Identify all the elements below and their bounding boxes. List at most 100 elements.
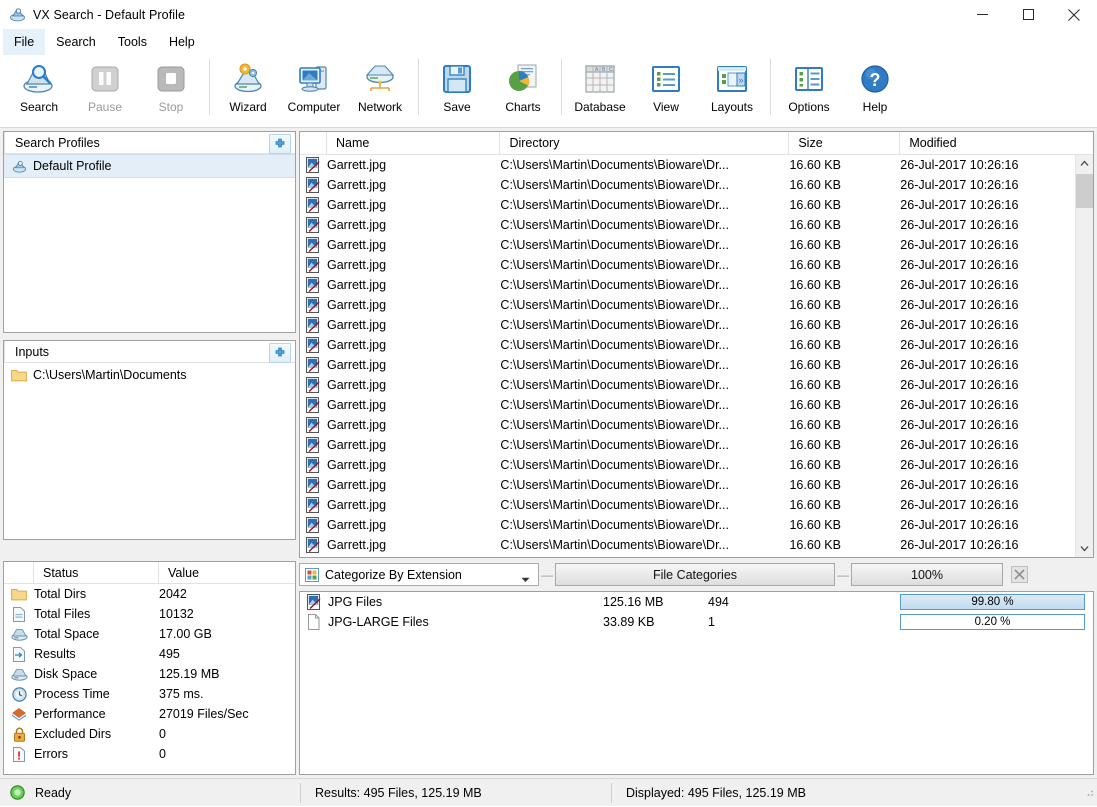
- table-row[interactable]: Garrett.jpgC:\Users\Martin\Documents\Bio…: [300, 175, 1093, 195]
- chevron-down-icon[interactable]: [521, 572, 530, 586]
- jpg-image-icon: [300, 594, 328, 610]
- file-directory: C:\Users\Martin\Documents\Bioware\Dr...: [500, 378, 729, 392]
- profile-icon: [9, 159, 29, 174]
- file-modified: 26-Jul-2017 10:26:16: [900, 438, 1019, 452]
- status-header-status[interactable]: Status: [34, 562, 159, 583]
- toolbar-options-button[interactable]: Options: [776, 55, 842, 123]
- status-bar-displayed: Displayed: 495 Files, 125.19 MB: [612, 779, 1076, 807]
- toolbar-help-button[interactable]: ? Help: [842, 55, 908, 123]
- status-row[interactable]: Results 495: [4, 644, 295, 664]
- status-row-label: Errors: [34, 747, 69, 761]
- table-row[interactable]: Garrett.jpgC:\Users\Martin\Documents\Bio…: [300, 195, 1093, 215]
- toolbar-pause-button[interactable]: Pause: [72, 55, 138, 123]
- maximize-button[interactable]: [1005, 0, 1051, 29]
- main-toolbar: Search Pause Stop Wizard Computer Networ…: [0, 55, 1097, 128]
- toolbar-wizard-button[interactable]: Wizard: [215, 55, 281, 123]
- column-header-modified[interactable]: Modified: [900, 132, 1093, 154]
- toolbar-view-button[interactable]: View: [633, 55, 699, 123]
- status-header-value[interactable]: Value: [159, 562, 295, 583]
- zoom-level-button[interactable]: 100%: [851, 563, 1003, 586]
- table-row[interactable]: Garrett.jpgC:\Users\Martin\Documents\Bio…: [300, 455, 1093, 475]
- close-categories-button[interactable]: [1009, 564, 1030, 585]
- status-row[interactable]: Process Time 375 ms.: [4, 684, 295, 704]
- menu-search-label: Search: [56, 35, 96, 49]
- table-row[interactable]: Garrett.jpgC:\Users\Martin\Documents\Bio…: [300, 355, 1093, 375]
- table-row[interactable]: Garrett.jpgC:\Users\Martin\Documents\Bio…: [300, 315, 1093, 335]
- jpg-image-icon: [300, 537, 327, 553]
- scrollbar-thumb[interactable]: [1076, 174, 1093, 208]
- zoom-level-label: 100%: [911, 567, 943, 582]
- minimize-button[interactable]: [959, 0, 1005, 29]
- file-modified: 26-Jul-2017 10:26:16: [900, 478, 1019, 492]
- table-row[interactable]: Garrett.jpgC:\Users\Martin\Documents\Bio…: [300, 415, 1093, 435]
- menu-help[interactable]: Help: [158, 29, 206, 55]
- status-row-value: 495: [159, 647, 180, 661]
- file-size: 16.60 KB: [789, 158, 841, 172]
- file-modified: 26-Jul-2017 10:26:16: [900, 458, 1019, 472]
- menu-search[interactable]: Search: [45, 29, 107, 55]
- floppy-save-icon: [439, 59, 475, 99]
- table-row[interactable]: Garrett.jpgC:\Users\Martin\Documents\Bio…: [300, 155, 1093, 175]
- toolbar-network-button[interactable]: Network: [347, 55, 413, 123]
- file-list-scrollbar[interactable]: [1075, 155, 1093, 557]
- status-panel-container: Status Value Total Dirs 2042 Total Files 10…: [0, 558, 296, 778]
- table-row[interactable]: Garrett.jpgC:\Users\Martin\Documents\Bio…: [300, 515, 1093, 535]
- table-row[interactable]: Garrett.jpgC:\Users\Martin\Documents\Bio…: [300, 555, 1093, 557]
- table-row[interactable]: Garrett.jpgC:\Users\Martin\Documents\Bio…: [300, 495, 1093, 515]
- table-row[interactable]: Garrett.jpgC:\Users\Martin\Documents\Bio…: [300, 375, 1093, 395]
- menu-tools[interactable]: Tools: [107, 29, 158, 55]
- column-header-size[interactable]: Size: [789, 132, 901, 154]
- table-row[interactable]: Garrett.jpgC:\Users\Martin\Documents\Bio…: [300, 395, 1093, 415]
- toolbar-database-button[interactable]: A B C Database: [567, 55, 633, 123]
- toolbar-save-button[interactable]: Save: [424, 55, 490, 123]
- toolbar-computer-button[interactable]: Computer: [281, 55, 347, 123]
- toolbar-search-button[interactable]: Search: [6, 55, 72, 123]
- input-item-documents[interactable]: C:\Users\Martin\Documents: [4, 363, 295, 387]
- resize-grip-icon[interactable]: [1076, 786, 1097, 800]
- column-header-name[interactable]: Name: [327, 132, 501, 154]
- close-button[interactable]: [1051, 0, 1097, 29]
- status-row[interactable]: Total Files 10132: [4, 604, 295, 624]
- table-row[interactable]: Garrett.jpgC:\Users\Martin\Documents\Bio…: [300, 215, 1093, 235]
- toolbar-save-label: Save: [443, 100, 471, 114]
- table-row[interactable]: Garrett.jpgC:\Users\Martin\Documents\Bio…: [300, 275, 1093, 295]
- status-row[interactable]: Total Dirs 2042: [4, 584, 295, 604]
- column-header-directory[interactable]: Directory: [500, 132, 790, 154]
- category-row[interactable]: JPG-LARGE Files 33.89 KB 1 0.20 %: [300, 612, 1093, 632]
- table-row[interactable]: Garrett.jpgC:\Users\Martin\Documents\Bio…: [300, 435, 1093, 455]
- file-size: 16.60 KB: [789, 198, 841, 212]
- menu-file[interactable]: File: [3, 29, 46, 55]
- jpg-image-icon: [300, 237, 327, 253]
- add-profile-button[interactable]: [269, 134, 291, 154]
- category-row[interactable]: JPG Files 125.16 MB 494 99.80 %: [300, 592, 1093, 612]
- toolbar-charts-button[interactable]: Charts: [490, 55, 556, 123]
- status-row[interactable]: Excluded Dirs 0: [4, 724, 295, 744]
- inputs-panel: Inputs C:\Users\Martin\Documents: [3, 340, 296, 540]
- status-row[interactable]: Errors 0: [4, 744, 295, 764]
- category-percent-bar: 99.80 %: [900, 594, 1085, 610]
- status-row[interactable]: Disk Space 125.19 MB: [4, 664, 295, 684]
- table-row[interactable]: Garrett.jpgC:\Users\Martin\Documents\Bio…: [300, 335, 1093, 355]
- profile-item-default[interactable]: Default Profile: [4, 154, 295, 178]
- table-row[interactable]: Garrett.jpgC:\Users\Martin\Documents\Bio…: [300, 475, 1093, 495]
- add-input-button[interactable]: [269, 343, 291, 363]
- folder-icon: [4, 587, 34, 601]
- scrollbar-track[interactable]: [1076, 172, 1093, 540]
- table-row[interactable]: Garrett.jpgC:\Users\Martin\Documents\Bio…: [300, 255, 1093, 275]
- file-categories-button[interactable]: File Categories: [555, 563, 835, 586]
- status-row[interactable]: Total Space 17.00 GB: [4, 624, 295, 644]
- toolbar-layouts-button[interactable]: » Layouts: [699, 55, 765, 123]
- categorize-by-combo[interactable]: Categorize By Extension: [299, 563, 539, 586]
- toolbar-stop-button[interactable]: Stop: [138, 55, 204, 123]
- category-size: 33.89 KB: [603, 615, 655, 629]
- table-row[interactable]: Garrett.jpgC:\Users\Martin\Documents\Bio…: [300, 535, 1093, 555]
- network-icon: [362, 59, 398, 99]
- file-directory: C:\Users\Martin\Documents\Bioware\Dr...: [500, 298, 729, 312]
- table-row[interactable]: Garrett.jpgC:\Users\Martin\Documents\Bio…: [300, 235, 1093, 255]
- status-row[interactable]: Performance 27019 Files/Sec: [4, 704, 295, 724]
- scroll-down-icon[interactable]: [1076, 540, 1093, 557]
- results-icon: [4, 646, 34, 662]
- table-row[interactable]: Garrett.jpgC:\Users\Martin\Documents\Bio…: [300, 295, 1093, 315]
- file-modified: 26-Jul-2017 10:26:16: [900, 378, 1019, 392]
- scroll-up-icon[interactable]: [1076, 155, 1093, 172]
